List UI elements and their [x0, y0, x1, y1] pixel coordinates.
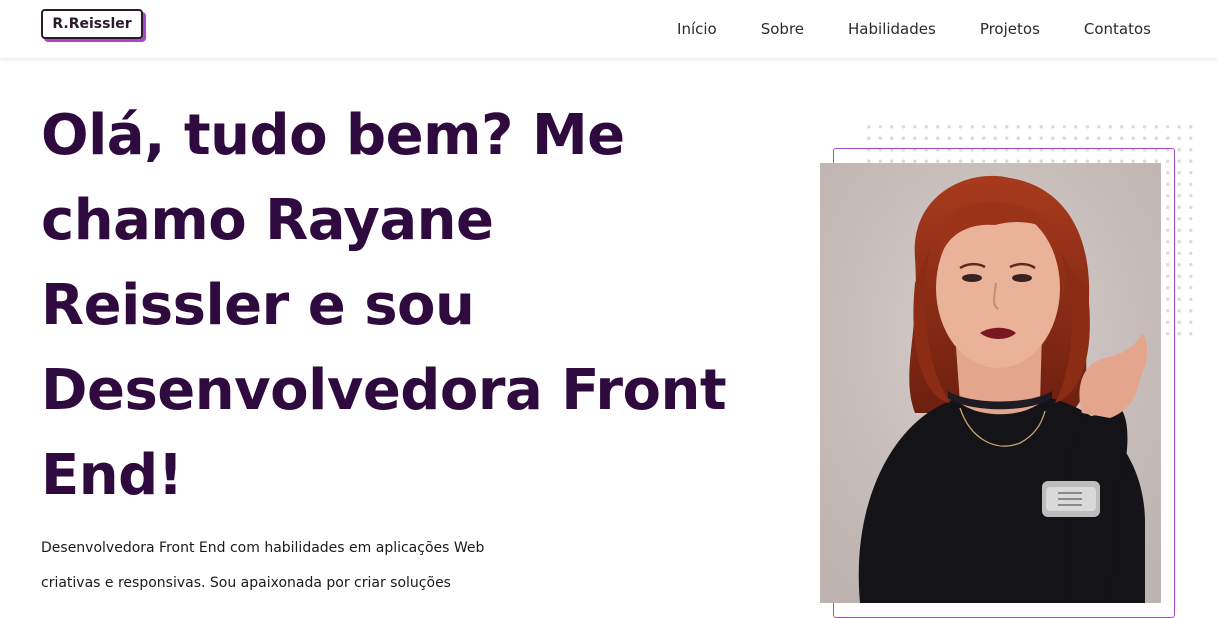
site-header: R.Reissler Início Sobre Habilidades Proj… [0, 0, 1218, 58]
nav-link-contatos[interactable]: Contatos [1084, 20, 1151, 38]
nav-link-projetos[interactable]: Projetos [980, 20, 1040, 38]
logo[interactable]: R.Reissler [41, 9, 143, 39]
nav-link-habilidades[interactable]: Habilidades [848, 20, 936, 38]
profile-photo [820, 163, 1161, 603]
hero-title: Olá, tudo bem? Me chamo Rayane Reissler … [41, 103, 727, 508]
hero-description: Desenvolvedora Front End com habilidades… [41, 540, 485, 591]
portrait-illustration [820, 163, 1161, 603]
main-nav: Início Sobre Habilidades Projetos Contat… [677, 0, 1151, 58]
nav-link-inicio[interactable]: Início [677, 20, 717, 38]
nav-link-sobre[interactable]: Sobre [761, 20, 804, 38]
